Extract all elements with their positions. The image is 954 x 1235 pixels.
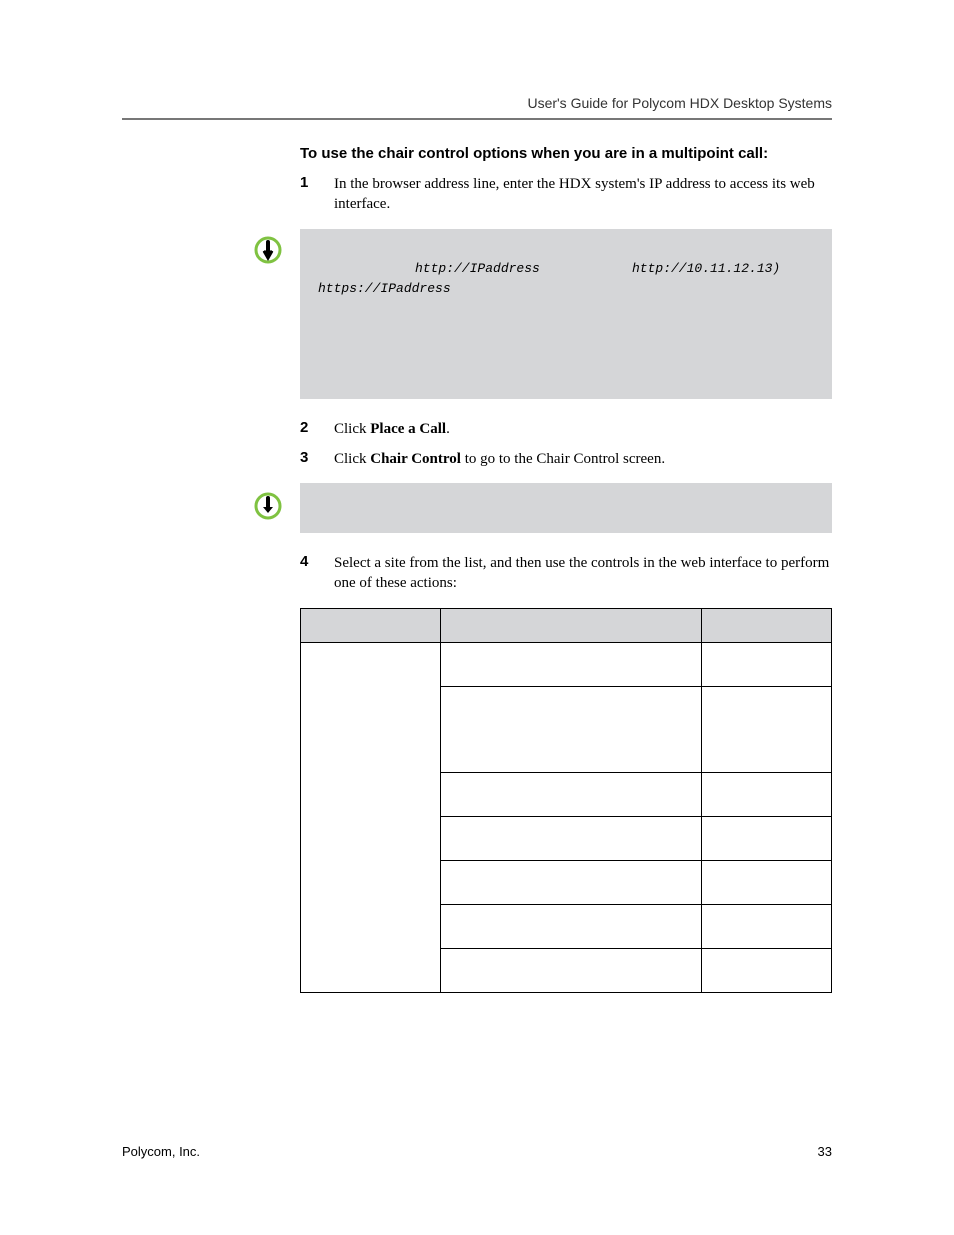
note-block-2 bbox=[250, 483, 832, 533]
note-arrow-icon bbox=[253, 491, 283, 521]
table-cell bbox=[441, 772, 702, 816]
table-cell bbox=[441, 860, 702, 904]
table-cell bbox=[702, 816, 832, 860]
table-cell bbox=[702, 948, 832, 992]
table-cell bbox=[441, 948, 702, 992]
table-cell bbox=[301, 642, 441, 992]
page-number: 33 bbox=[818, 1144, 832, 1159]
note-code-3: https://IPaddress bbox=[318, 279, 451, 299]
page: User's Guide for Polycom HDX Desktop Sys… bbox=[0, 0, 954, 1235]
table-cell bbox=[702, 860, 832, 904]
step-text: Click Chair Control to go to the Chair C… bbox=[334, 449, 832, 469]
step-text-post: to go to the Chair Control screen. bbox=[461, 451, 665, 467]
step-text-post: . bbox=[446, 421, 450, 437]
footer-company: Polycom, Inc. bbox=[122, 1144, 200, 1159]
step-number: 4 bbox=[300, 553, 334, 594]
step-number: 1 bbox=[300, 174, 334, 215]
step-2: 2 Click Place a Call. bbox=[300, 419, 832, 439]
step-3: 3 Click Chair Control to go to the Chair… bbox=[300, 449, 832, 469]
note-box bbox=[300, 483, 832, 533]
table-row bbox=[301, 642, 832, 686]
header-title: User's Guide for Polycom HDX Desktop Sys… bbox=[527, 95, 832, 111]
step-text: Select a site from the list, and then us… bbox=[334, 553, 832, 594]
content-area: To use the chair control options when yo… bbox=[300, 145, 832, 993]
step-number: 3 bbox=[300, 449, 334, 469]
step-text: Click Place a Call. bbox=[334, 419, 832, 439]
note-block-1: http://IPaddress http://10.11.12.13) htt… bbox=[250, 229, 832, 399]
table-cell bbox=[702, 904, 832, 948]
note-arrow-icon bbox=[253, 235, 283, 265]
step-text-bold: Place a Call bbox=[370, 421, 446, 437]
note-code-1: http://IPaddress bbox=[415, 259, 540, 279]
header-rule bbox=[122, 118, 832, 120]
table-cell bbox=[441, 642, 702, 686]
section-heading: To use the chair control options when yo… bbox=[300, 145, 832, 162]
note-code-2: http://10.11.12.13) bbox=[632, 259, 780, 279]
table-cell bbox=[702, 642, 832, 686]
table-header-row bbox=[301, 608, 832, 642]
table-cell bbox=[441, 904, 702, 948]
table-cell bbox=[441, 816, 702, 860]
table-header-cell bbox=[441, 608, 702, 642]
table-cell bbox=[702, 772, 832, 816]
actions-table bbox=[300, 608, 832, 993]
table-header-cell bbox=[702, 608, 832, 642]
step-text-bold: Chair Control bbox=[370, 451, 461, 467]
table-cell bbox=[702, 686, 832, 772]
step-number: 2 bbox=[300, 419, 334, 439]
step-text-pre: Click bbox=[334, 451, 370, 467]
step-text: In the browser address line, enter the H… bbox=[334, 174, 832, 215]
table-header-cell bbox=[301, 608, 441, 642]
step-1: 1 In the browser address line, enter the… bbox=[300, 174, 832, 215]
table-cell bbox=[441, 686, 702, 772]
note-box: http://IPaddress http://10.11.12.13) htt… bbox=[300, 229, 832, 399]
step-text-pre: Click bbox=[334, 421, 370, 437]
step-4: 4 Select a site from the list, and then … bbox=[300, 553, 832, 594]
